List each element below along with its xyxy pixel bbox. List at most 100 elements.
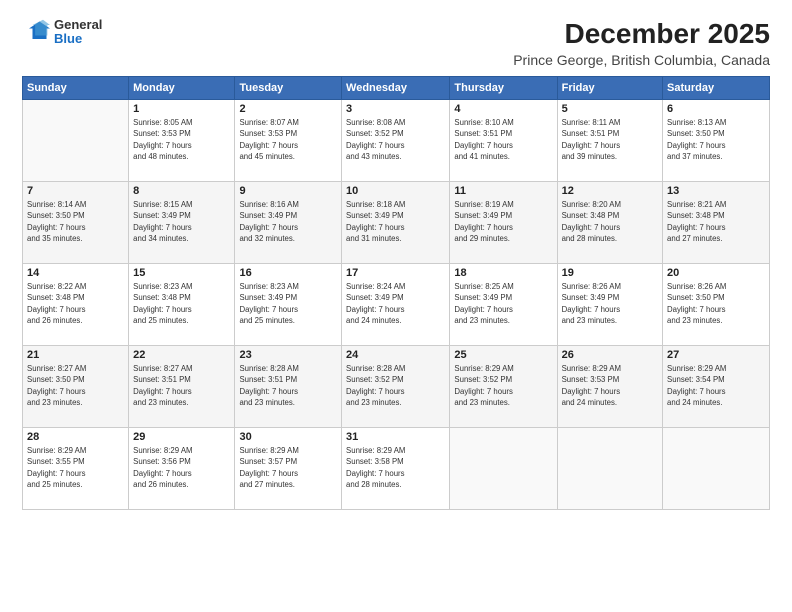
day-number: 18: [454, 267, 552, 279]
week-row-4: 21Sunrise: 8:27 AM Sunset: 3:50 PM Dayli…: [23, 346, 770, 428]
day-number: 29: [133, 431, 230, 443]
calendar-cell: 27 Sunrise: 8:29 AM Sunset: 3:54 PM Dayli…: [663, 346, 770, 428]
day-info: Sunrise: 8:07 AM Sunset: 3:53 PM Dayligh…: [239, 117, 337, 162]
location: Prince George, British Columbia, Canada: [513, 52, 770, 68]
day-info: Sunrise: 8:29 AM Sunset: 3:55 PM Dayligh…: [27, 445, 124, 490]
day-number: 13: [667, 185, 765, 197]
weekday-header-monday: Monday: [129, 77, 235, 100]
calendar-cell: 8 Sunrise: 8:15 AM Sunset: 3:49 PM Daylig…: [129, 182, 235, 264]
day-info: Sunrise: 8:29 AM Sunset: 3:56 PM Dayligh…: [133, 445, 230, 490]
calendar-cell: 1Sunrise: 8:05 AM Sunset: 3:53 PM Daylig…: [129, 100, 235, 182]
day-number: 25: [454, 349, 552, 361]
weekday-row: SundayMondayTuesdayWednesdayThursdayFrid…: [23, 77, 770, 100]
day-info: Sunrise: 8:08 AM Sunset: 3:52 PM Dayligh…: [346, 117, 445, 162]
calendar-cell: [557, 428, 662, 510]
weekday-header-friday: Friday: [557, 77, 662, 100]
day-info: Sunrise: 8:29 AM Sunset: 3:54 PM Dayligh…: [667, 363, 765, 408]
calendar-page: General Blue December 2025 Prince George…: [0, 0, 792, 612]
calendar-cell: 3Sunrise: 8:08 AM Sunset: 3:52 PM Daylig…: [342, 100, 450, 182]
weekday-header-tuesday: Tuesday: [235, 77, 342, 100]
weekday-header-sunday: Sunday: [23, 77, 129, 100]
day-info: Sunrise: 8:26 AM Sunset: 3:49 PM Dayligh…: [562, 281, 658, 326]
weekday-header-thursday: Thursday: [450, 77, 557, 100]
calendar-table: SundayMondayTuesdayWednesdayThursdayFrid…: [22, 76, 770, 510]
calendar-cell: 5 Sunrise: 8:11 AM Sunset: 3:51 PM Daylig…: [557, 100, 662, 182]
day-number: 4: [454, 103, 552, 115]
day-info: Sunrise: 8:18 AM Sunset: 3:49 PM Dayligh…: [346, 199, 445, 244]
day-info: Sunrise: 8:14 AM Sunset: 3:50 PM Dayligh…: [27, 199, 124, 244]
day-number: 19: [562, 267, 658, 279]
day-number: 2: [239, 103, 337, 115]
day-info: Sunrise: 8:13 AM Sunset: 3:50 PM Dayligh…: [667, 117, 765, 162]
day-info: Sunrise: 8:29 AM Sunset: 3:57 PM Dayligh…: [239, 445, 337, 490]
day-number: 15: [133, 267, 230, 279]
logo-text: General Blue: [54, 18, 102, 47]
calendar-cell: 7Sunrise: 8:14 AM Sunset: 3:50 PM Daylig…: [23, 182, 129, 264]
calendar-cell: 2 Sunrise: 8:07 AM Sunset: 3:53 PM Daylig…: [235, 100, 342, 182]
calendar-body: 1Sunrise: 8:05 AM Sunset: 3:53 PM Daylig…: [23, 100, 770, 510]
calendar-cell: 6 Sunrise: 8:13 AM Sunset: 3:50 PM Daylig…: [663, 100, 770, 182]
logo: General Blue: [22, 18, 102, 47]
calendar-cell: 13 Sunrise: 8:21 AM Sunset: 3:48 PM Dayli…: [663, 182, 770, 264]
day-info: Sunrise: 8:27 AM Sunset: 3:51 PM Dayligh…: [133, 363, 230, 408]
calendar-cell: 12 Sunrise: 8:20 AM Sunset: 3:48 PM Dayli…: [557, 182, 662, 264]
day-info: Sunrise: 8:22 AM Sunset: 3:48 PM Dayligh…: [27, 281, 124, 326]
logo-icon: [22, 18, 50, 46]
day-info: Sunrise: 8:15 AM Sunset: 3:49 PM Dayligh…: [133, 199, 230, 244]
weekday-header-saturday: Saturday: [663, 77, 770, 100]
day-info: Sunrise: 8:23 AM Sunset: 3:48 PM Dayligh…: [133, 281, 230, 326]
day-info: Sunrise: 8:11 AM Sunset: 3:51 PM Dayligh…: [562, 117, 658, 162]
calendar-cell: 18 Sunrise: 8:25 AM Sunset: 3:49 PM Dayli…: [450, 264, 557, 346]
day-info: Sunrise: 8:05 AM Sunset: 3:53 PM Dayligh…: [133, 117, 230, 162]
day-number: 27: [667, 349, 765, 361]
day-number: 6: [667, 103, 765, 115]
day-number: 14: [27, 267, 124, 279]
calendar-cell: 19 Sunrise: 8:26 AM Sunset: 3:49 PM Dayli…: [557, 264, 662, 346]
day-info: Sunrise: 8:19 AM Sunset: 3:49 PM Dayligh…: [454, 199, 552, 244]
day-number: 20: [667, 267, 765, 279]
day-number: 10: [346, 185, 445, 197]
logo-general: General: [54, 18, 102, 32]
day-info: Sunrise: 8:21 AM Sunset: 3:48 PM Dayligh…: [667, 199, 765, 244]
calendar-cell: 20 Sunrise: 8:26 AM Sunset: 3:50 PM Dayli…: [663, 264, 770, 346]
day-number: 23: [239, 349, 337, 361]
day-number: 17: [346, 267, 445, 279]
calendar-cell: 25 Sunrise: 8:29 AM Sunset: 3:52 PM Dayli…: [450, 346, 557, 428]
calendar-cell: 10 Sunrise: 8:18 AM Sunset: 3:49 PM Dayli…: [342, 182, 450, 264]
day-info: Sunrise: 8:16 AM Sunset: 3:49 PM Dayligh…: [239, 199, 337, 244]
day-number: 30: [239, 431, 337, 443]
page-header: General Blue December 2025 Prince George…: [22, 18, 770, 68]
day-number: 11: [454, 185, 552, 197]
calendar-cell: 23 Sunrise: 8:28 AM Sunset: 3:51 PM Dayli…: [235, 346, 342, 428]
calendar-header: SundayMondayTuesdayWednesdayThursdayFrid…: [23, 77, 770, 100]
calendar-cell: 29 Sunrise: 8:29 AM Sunset: 3:56 PM Dayli…: [129, 428, 235, 510]
week-row-3: 14 Sunrise: 8:22 AM Sunset: 3:48 PM Dayli…: [23, 264, 770, 346]
day-number: 9: [239, 185, 337, 197]
day-info: Sunrise: 8:29 AM Sunset: 3:52 PM Dayligh…: [454, 363, 552, 408]
calendar-cell: 22Sunrise: 8:27 AM Sunset: 3:51 PM Dayli…: [129, 346, 235, 428]
calendar-cell: [450, 428, 557, 510]
calendar-cell: [23, 100, 129, 182]
day-number: 24: [346, 349, 445, 361]
day-number: 26: [562, 349, 658, 361]
day-number: 12: [562, 185, 658, 197]
day-info: Sunrise: 8:26 AM Sunset: 3:50 PM Dayligh…: [667, 281, 765, 326]
day-info: Sunrise: 8:28 AM Sunset: 3:51 PM Dayligh…: [239, 363, 337, 408]
calendar-cell: 11 Sunrise: 8:19 AM Sunset: 3:49 PM Dayli…: [450, 182, 557, 264]
month-year: December 2025: [513, 18, 770, 50]
calendar-cell: 31Sunrise: 8:29 AM Sunset: 3:58 PM Dayli…: [342, 428, 450, 510]
day-info: Sunrise: 8:25 AM Sunset: 3:49 PM Dayligh…: [454, 281, 552, 326]
day-info: Sunrise: 8:20 AM Sunset: 3:48 PM Dayligh…: [562, 199, 658, 244]
week-row-1: 1Sunrise: 8:05 AM Sunset: 3:53 PM Daylig…: [23, 100, 770, 182]
day-number: 5: [562, 103, 658, 115]
day-number: 31: [346, 431, 445, 443]
calendar-cell: 14 Sunrise: 8:22 AM Sunset: 3:48 PM Dayli…: [23, 264, 129, 346]
day-number: 21: [27, 349, 124, 361]
day-info: Sunrise: 8:24 AM Sunset: 3:49 PM Dayligh…: [346, 281, 445, 326]
calendar-cell: 21Sunrise: 8:27 AM Sunset: 3:50 PM Dayli…: [23, 346, 129, 428]
day-number: 8: [133, 185, 230, 197]
day-info: Sunrise: 8:28 AM Sunset: 3:52 PM Dayligh…: [346, 363, 445, 408]
calendar-cell: 28Sunrise: 8:29 AM Sunset: 3:55 PM Dayli…: [23, 428, 129, 510]
calendar-cell: 16Sunrise: 8:23 AM Sunset: 3:49 PM Dayli…: [235, 264, 342, 346]
calendar-cell: [663, 428, 770, 510]
